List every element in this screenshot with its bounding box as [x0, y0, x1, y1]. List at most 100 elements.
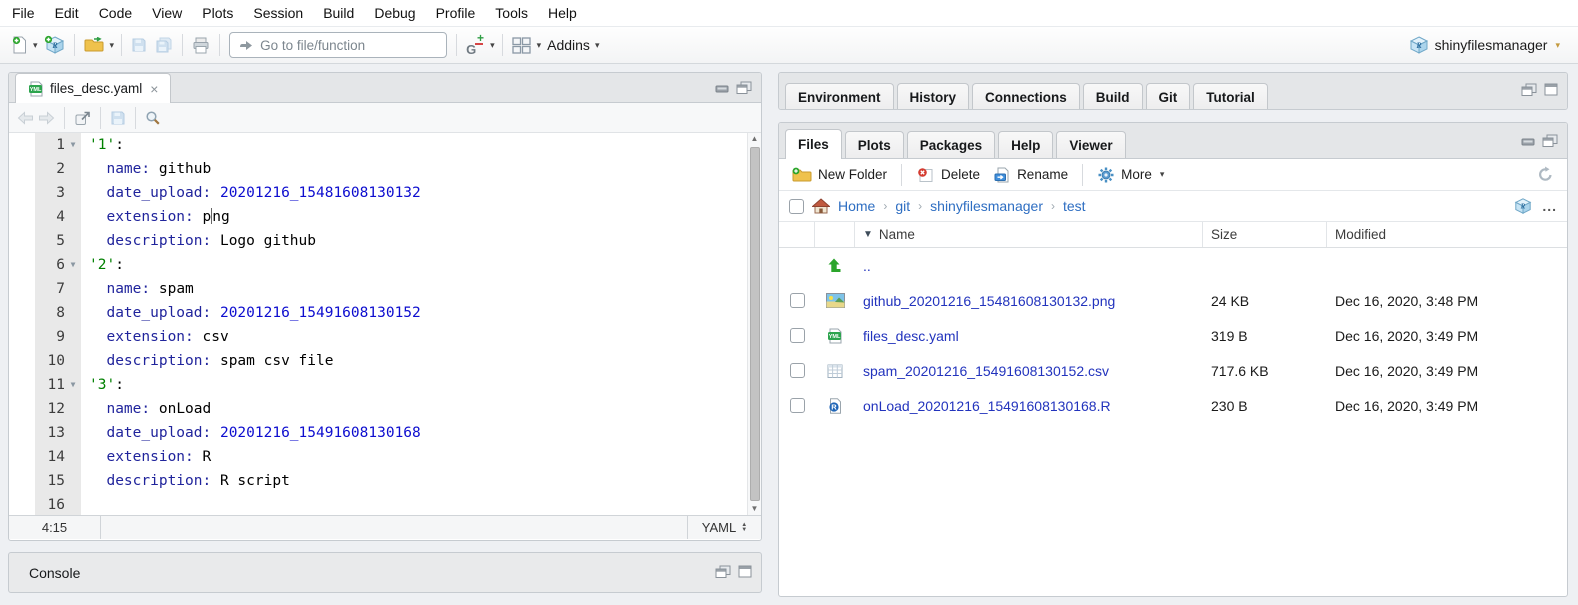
code-line[interactable]: 5 description: Logo github: [9, 229, 761, 253]
scrollbar-thumb[interactable]: [750, 147, 760, 501]
minimize-icon[interactable]: [1521, 135, 1535, 147]
maximize-icon[interactable]: [738, 565, 752, 578]
open-file-button[interactable]: [80, 31, 108, 59]
tab-plots[interactable]: Plots: [845, 131, 904, 158]
code-line[interactable]: 2 name: github: [9, 157, 761, 181]
restore-icon[interactable]: [736, 81, 752, 94]
tab-tutorial[interactable]: Tutorial: [1193, 83, 1268, 110]
menu-session[interactable]: Session: [243, 0, 313, 26]
tab-connections[interactable]: Connections: [972, 83, 1080, 110]
more-button[interactable]: More ▾: [1092, 162, 1171, 188]
popout-icon[interactable]: [74, 110, 91, 126]
more-columns-button[interactable]: ...: [1542, 198, 1557, 214]
file-link[interactable]: onLoad_20201216_15491608130168.R: [863, 398, 1111, 414]
addins-button[interactable]: Addins ▾: [543, 31, 605, 59]
header-modified[interactable]: Modified: [1327, 222, 1567, 247]
code-line[interactable]: 10 description: spam csv file: [9, 349, 761, 373]
search-icon[interactable]: [145, 110, 161, 126]
save-all-button[interactable]: [151, 31, 177, 59]
file-checkbox[interactable]: [790, 398, 805, 413]
code-line[interactable]: 6▼'2':: [9, 253, 761, 277]
fold-arrow-icon[interactable]: ▼: [65, 253, 81, 277]
code-line[interactable]: 12 name: onLoad: [9, 397, 761, 421]
open-file-caret[interactable]: ▾: [108, 40, 117, 51]
minimize-icon[interactable]: [715, 82, 729, 94]
file-link[interactable]: spam_20201216_15491608130152.csv: [863, 363, 1109, 379]
menu-plots[interactable]: Plots: [192, 0, 243, 26]
tab-build[interactable]: Build: [1083, 83, 1143, 110]
breadcrumb-shinyfilesmanager[interactable]: shinyfilesmanager: [930, 198, 1043, 214]
menu-profile[interactable]: Profile: [426, 0, 486, 26]
code-line[interactable]: 9 extension: csv: [9, 325, 761, 349]
panes-layout-button[interactable]: [508, 31, 535, 59]
menu-debug[interactable]: Debug: [364, 0, 425, 26]
save-button[interactable]: [127, 31, 151, 59]
breadcrumb-git[interactable]: git: [895, 198, 910, 214]
back-icon[interactable]: [17, 111, 34, 125]
menu-file[interactable]: File: [2, 0, 45, 26]
code-line[interactable]: 8 date_upload: 20201216_15491608130152: [9, 301, 761, 325]
editor-body[interactable]: 1▼'1':2 name: github3 date_upload: 20201…: [9, 133, 761, 515]
file-checkbox[interactable]: [790, 293, 805, 308]
editor-tab-files-desc-yaml[interactable]: YML files_desc.yaml ×: [15, 73, 171, 103]
goto-file-input[interactable]: [260, 38, 438, 53]
tab-packages[interactable]: Packages: [907, 131, 995, 158]
menu-edit[interactable]: Edit: [45, 0, 89, 26]
maximize-icon[interactable]: [1544, 83, 1558, 96]
tab-history[interactable]: History: [897, 83, 970, 110]
restore-icon[interactable]: [715, 565, 731, 578]
editor-vertical-scrollbar[interactable]: ▲ ▼: [747, 133, 761, 515]
code-line[interactable]: 7 name: spam: [9, 277, 761, 301]
rename-button[interactable]: Rename: [989, 162, 1073, 188]
header-name[interactable]: ▼ Name: [855, 222, 1203, 247]
code-line[interactable]: 11▼'3':: [9, 373, 761, 397]
tab-help[interactable]: Help: [998, 131, 1053, 158]
tab-environment[interactable]: Environment: [785, 83, 894, 110]
console-header[interactable]: Console: [9, 553, 761, 592]
new-project-button[interactable]: R: [40, 31, 69, 59]
code-line[interactable]: 1▼'1':: [9, 133, 761, 157]
menu-tools[interactable]: Tools: [485, 0, 538, 26]
code-line[interactable]: 14 extension: R: [9, 445, 761, 469]
tab-files[interactable]: Files: [785, 129, 842, 159]
code-line[interactable]: 15 description: R script: [9, 469, 761, 493]
save-icon[interactable]: [110, 110, 126, 126]
project-selector[interactable]: R shinyfilesmanager ▾: [1409, 35, 1570, 55]
fold-arrow-icon[interactable]: ▼: [65, 373, 81, 397]
new-file-button[interactable]: [8, 31, 31, 59]
scroll-up-icon[interactable]: ▲: [751, 133, 759, 145]
tab-git[interactable]: Git: [1146, 83, 1191, 110]
new-file-caret[interactable]: ▾: [31, 40, 40, 51]
panes-layout-caret[interactable]: ▾: [535, 40, 544, 51]
file-checkbox[interactable]: [790, 363, 805, 378]
breadcrumb-test[interactable]: test: [1063, 198, 1086, 214]
file-checkbox[interactable]: [790, 328, 805, 343]
file-link[interactable]: ..: [863, 258, 871, 274]
home-icon[interactable]: [812, 198, 830, 214]
tab-viewer[interactable]: Viewer: [1056, 131, 1125, 158]
menu-view[interactable]: View: [142, 0, 192, 26]
menu-code[interactable]: Code: [89, 0, 142, 26]
select-all-checkbox[interactable]: [789, 199, 804, 214]
code-line[interactable]: 13 date_upload: 20201216_15491608130168: [9, 421, 761, 445]
menu-build[interactable]: Build: [313, 0, 364, 26]
header-size[interactable]: Size: [1203, 222, 1327, 247]
refresh-button[interactable]: [1532, 162, 1559, 188]
language-mode-selector[interactable]: YAML ▲▼: [687, 516, 761, 539]
forward-icon[interactable]: [38, 111, 55, 125]
restore-icon[interactable]: [1521, 83, 1537, 96]
scroll-down-icon[interactable]: ▼: [751, 503, 759, 515]
fold-arrow-icon[interactable]: ▼: [65, 133, 81, 157]
goto-file-box[interactable]: [229, 32, 447, 58]
code-line[interactable]: 16: [9, 493, 761, 515]
new-folder-button[interactable]: New Folder: [787, 162, 892, 188]
restore-icon[interactable]: [1542, 134, 1558, 147]
delete-button[interactable]: Delete: [911, 162, 985, 188]
file-link[interactable]: files_desc.yaml: [863, 328, 959, 344]
code-line[interactable]: 3 date_upload: 20201216_15481608130132: [9, 181, 761, 205]
file-link[interactable]: github_20201216_15481608130132.png: [863, 293, 1115, 309]
git-button[interactable]: +G: [462, 31, 488, 59]
breadcrumb-home[interactable]: Home: [838, 198, 875, 214]
code-line[interactable]: 4 extension: png: [9, 205, 761, 229]
git-caret[interactable]: ▾: [488, 40, 497, 51]
